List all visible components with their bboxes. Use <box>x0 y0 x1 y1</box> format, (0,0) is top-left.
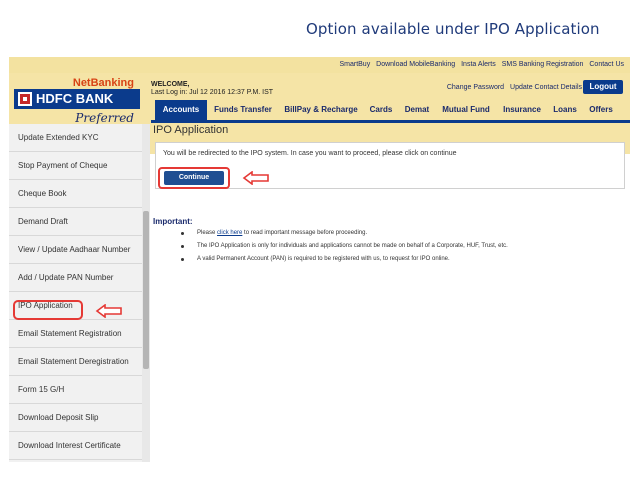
hdfc-mark-icon <box>18 92 32 106</box>
sidebar-item-stop-payment[interactable]: Stop Payment of Cheque <box>9 152 142 180</box>
nav-offers[interactable]: Offers <box>583 100 619 120</box>
last-login: Last Log in: Jul 12 2016 12:37 P.M. IST <box>151 89 274 96</box>
bank-name-bar: HDFC BANK <box>14 89 140 109</box>
page-title: IPO Application <box>153 124 229 136</box>
welcome-title: WELCOME, <box>151 81 190 88</box>
important-item-text: Please click here to read important mess… <box>197 230 367 236</box>
main-nav: Accounts Funds Transfer BillPay & Rechar… <box>151 100 630 120</box>
nav-funds-transfer[interactable]: Funds Transfer <box>209 100 277 120</box>
top-link-download-mobilebanking[interactable]: Download MobileBanking <box>376 61 455 68</box>
ipo-pointer-arrow-icon <box>95 304 122 318</box>
sidebar-scrollbar[interactable] <box>142 124 150 462</box>
nav-underline <box>151 120 630 123</box>
slide-caption: Option available under IPO Application <box>306 20 600 38</box>
top-link-smartbuy[interactable]: SmartBuy <box>339 61 370 68</box>
netbanking-label: NetBanking <box>72 77 134 89</box>
sidebar-item-email-registration[interactable]: Email Statement Registration <box>9 320 142 348</box>
scrollbar-thumb[interactable] <box>143 211 149 369</box>
nav-accounts[interactable]: Accounts <box>155 100 207 120</box>
continue-highlight-ring: Continue <box>158 167 230 189</box>
bullet-dot-icon <box>181 245 184 248</box>
nav-cards[interactable]: Cards <box>364 100 398 120</box>
sidebar-item-deposit-slip[interactable]: Download Deposit Slip <box>9 404 142 432</box>
top-link-contact-us[interactable]: Contact Us <box>589 61 624 68</box>
sidebar-item-form-15gh[interactable]: Form 15 G/H <box>9 376 142 404</box>
sidebar-item-update-kyc[interactable]: Update Extended KYC <box>9 124 142 152</box>
welcome-block: WELCOME, Last Log in: Jul 12 2016 12:37 … <box>151 81 273 97</box>
redirect-notice-text: You will be redirected to the IPO system… <box>163 150 457 157</box>
nav-loans[interactable]: Loans <box>550 100 580 120</box>
preferred-label: Preferred <box>75 111 134 125</box>
update-contact-link[interactable]: Update Contact Details <box>510 84 582 91</box>
change-password-link[interactable]: Change Password <box>447 84 504 91</box>
header-links: Change Password Update Contact Details <box>443 84 582 91</box>
sidebar-item-cheque-book[interactable]: Cheque Book <box>9 180 142 208</box>
top-links-bar: SmartBuy Download MobileBanking Insta Al… <box>9 57 630 73</box>
ipo-highlight-ring <box>13 300 83 320</box>
bullet1-suffix: to read important message before proceed… <box>244 230 368 236</box>
sidebar-item-interest-certificate[interactable]: Download Interest Certificate <box>9 432 142 460</box>
logout-button[interactable]: Logout <box>583 80 623 94</box>
click-here-link[interactable]: click here <box>217 230 242 236</box>
sidebar-item-demand-draft[interactable]: Demand Draft <box>9 208 142 236</box>
nav-billpay-recharge[interactable]: BillPay & Recharge <box>279 100 363 120</box>
nav-insurance[interactable]: Insurance <box>497 100 547 120</box>
bullet1-prefix: Please <box>197 230 216 236</box>
redirect-notice: You will be redirected to the IPO system… <box>155 142 625 189</box>
sidebar-item-aadhaar[interactable]: View / Update Aadhaar Number <box>9 236 142 264</box>
sidebar-item-email-deregistration[interactable]: Email Statement Deregistration <box>9 348 142 376</box>
nav-mutual-fund[interactable]: Mutual Fund <box>437 100 495 120</box>
top-link-insta-alerts[interactable]: Insta Alerts <box>461 61 496 68</box>
browser-frame: SmartBuy Download MobileBanking Insta Al… <box>9 57 630 462</box>
continue-pointer-arrow-icon <box>242 171 269 185</box>
continue-button[interactable]: Continue <box>164 171 224 185</box>
important-item-text: A valid Permanent Account (PAN) is requi… <box>197 256 450 262</box>
bullet-dot-icon <box>181 232 184 235</box>
nav-demat[interactable]: Demat <box>400 100 434 120</box>
sidebar-item-pan[interactable]: Add / Update PAN Number <box>9 264 142 292</box>
bullet-dot-icon <box>181 258 184 261</box>
important-item-text: The IPO Application is only for individu… <box>197 243 508 249</box>
bank-name: HDFC BANK <box>36 91 114 106</box>
main-content: IPO Application You will be redirected t… <box>153 124 630 462</box>
important-heading: Important: <box>153 217 193 226</box>
top-link-sms-banking[interactable]: SMS Banking Registration <box>502 61 584 68</box>
sidebar: Update Extended KYC Stop Payment of Cheq… <box>9 124 142 462</box>
